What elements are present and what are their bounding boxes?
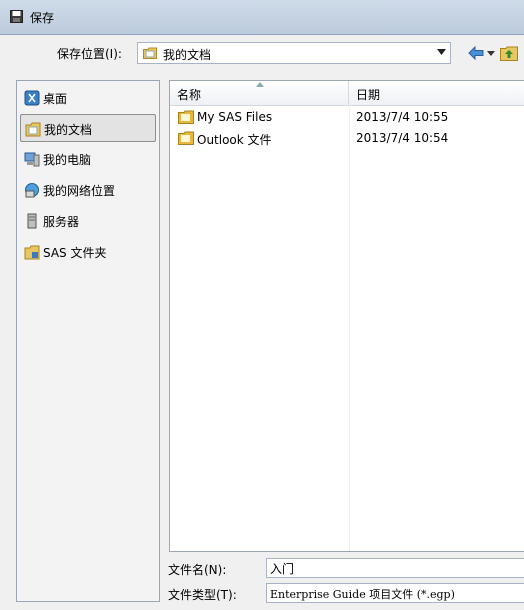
filetype-select[interactable]: Enterprise Guide 项目文件 (*.egp) [266,583,524,603]
title-bar[interactable]: 保存 [0,0,524,35]
documents-folder-icon [143,47,157,59]
place-label: 我的网络位置 [43,184,116,198]
filename-label: 文件名(N): [168,563,227,577]
places-sidebar: 桌面 我的文档 我的电脑 我的网络位置 服务器 SAS 文件夹 [16,80,160,602]
sas-folder-icon [24,245,40,260]
chevron-down-icon[interactable] [487,51,495,56]
network-icon [25,183,39,198]
filename-input[interactable] [266,558,524,578]
name-column-header[interactable]: 名称 [170,81,349,105]
location-label: 保存位置(I): [57,47,122,61]
place-server[interactable]: 服务器 [20,207,156,235]
up-folder-icon[interactable] [500,45,518,61]
file-list[interactable]: 名称 日期 My SAS Files 2013/7/4 10:55 Outloo… [169,80,524,552]
location-value: 我的文档 [163,48,212,62]
file-date: 2013/7/4 10:55 [356,110,449,124]
place-label: SAS 文件夹 [43,246,107,260]
documents-icon [25,122,41,137]
server-icon [27,213,37,229]
list-item[interactable]: My SAS Files 2013/7/4 10:55 [170,107,524,127]
list-header: 名称 日期 [170,81,524,106]
place-computer[interactable]: 我的电脑 [20,145,156,173]
file-name: Outlook 文件 [197,133,272,147]
computer-icon [24,152,40,167]
filetype-label: 文件类型(T): [168,588,237,602]
back-arrow-icon[interactable] [468,46,484,60]
place-documents[interactable]: 我的文档 [20,114,156,142]
chevron-down-icon[interactable] [437,49,446,55]
save-disk-icon [10,10,23,23]
name-header-label: 名称 [177,88,202,102]
place-label: 服务器 [43,215,80,229]
filetype-value: Enterprise Guide 项目文件 (*.egp) [270,588,455,601]
date-header-label: 日期 [356,88,381,102]
file-date: 2013/7/4 10:54 [356,131,449,145]
list-item[interactable]: Outlook 文件 2013/7/4 10:54 [170,128,524,148]
place-sas-folders[interactable]: SAS 文件夹 [20,238,156,266]
folder-icon [178,110,194,124]
window-title: 保存 [30,11,55,25]
column-divider [349,105,350,551]
place-network[interactable]: 我的网络位置 [20,176,156,204]
place-label: 我的文档 [44,123,93,137]
sort-ascending-icon [256,82,264,87]
place-desktop[interactable]: 桌面 [20,84,156,112]
location-combo[interactable]: 我的文档 [137,42,451,64]
place-label: 我的电脑 [43,153,92,167]
place-label: 桌面 [43,92,68,106]
desktop-icon [24,90,40,106]
folder-icon [178,131,194,145]
file-name: My SAS Files [197,110,273,124]
